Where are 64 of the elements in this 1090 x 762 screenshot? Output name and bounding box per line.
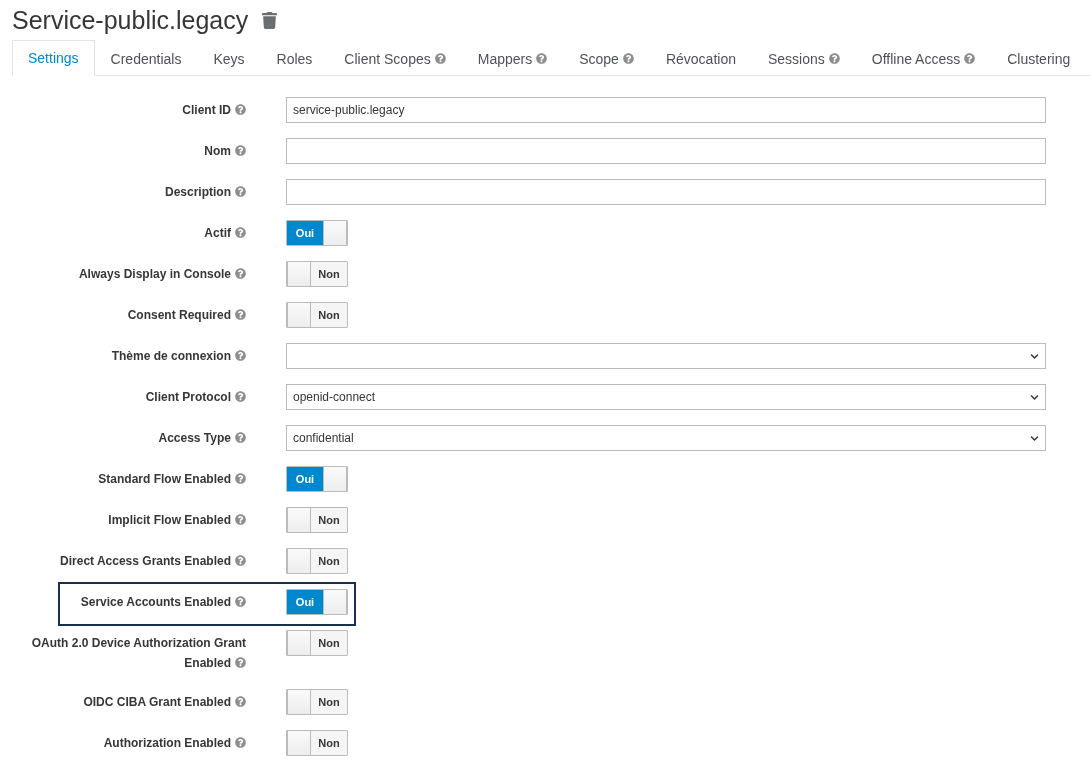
text-field[interactable]: service-public.legacy [286,97,1046,123]
toggle-switch[interactable]: Non [286,548,348,574]
help-icon [235,391,246,402]
field-label: OIDC CIBA Grant Enabled [83,689,246,713]
help-icon [235,350,246,361]
help-icon [235,268,246,279]
field-label: Nom [204,138,246,162]
help-icon [235,145,246,156]
chevron-down-icon [1030,433,1039,443]
help-icon [235,104,246,115]
field-label: Direct Access Grants Enabled [60,548,246,572]
help-icon [235,555,246,566]
field-label: Service Accounts Enabled [80,589,246,613]
help-icon [235,696,246,707]
dropdown[interactable]: openid-connect [286,384,1046,410]
toggle-switch[interactable]: Non [286,630,348,656]
help-icon [235,737,246,748]
field-label: Actif [204,220,246,244]
field-label: Description [165,179,246,203]
text-field[interactable] [286,179,1046,205]
help-icon [235,596,246,607]
tab[interactable]: Révocation [649,40,752,76]
help-icon [235,227,246,238]
field-label: Access Type [158,425,246,449]
toggle-switch[interactable]: Oui [286,466,348,492]
tab[interactable]: Offline Access [855,40,992,76]
tab[interactable]: Credentials [94,40,198,76]
toggle-switch[interactable]: Oui [286,220,348,246]
field-label: Always Display in Console [78,261,246,285]
tab[interactable]: Client Scopes [328,40,462,76]
tab[interactable]: Clustering [991,40,1087,76]
help-icon [235,473,246,484]
tab[interactable]: Mappers [461,40,564,76]
field-label: Implicit Flow Enabled [108,507,246,531]
help-icon [235,514,246,525]
toggle-switch[interactable]: Oui [286,589,348,615]
text-field[interactable] [286,138,1046,164]
field-label: OAuth 2.0 Device Authorization Grant Enabled [30,635,246,672]
toggle-switch[interactable]: Non [286,302,348,328]
field-label: Client ID [182,97,246,121]
dropdown[interactable]: confidential [286,425,1046,451]
tab[interactable]: Keys [197,40,261,76]
field-label: Consent Required [127,302,246,326]
field-label: Thème de connexion [111,343,246,367]
help-icon [235,432,246,443]
chevron-down-icon [1030,392,1039,402]
help-icon [235,186,246,197]
dropdown[interactable] [286,343,1046,369]
tab[interactable]: Sessions [751,40,856,76]
field-label: Client Protocol [145,384,246,408]
tab[interactable]: Scope [563,40,650,76]
toggle-switch[interactable]: Non [286,730,348,756]
page-title: Service-public.legacy [12,5,249,35]
field-label: Standard Flow Enabled [98,466,246,490]
tab[interactable]: Settings [12,40,95,76]
trash-icon[interactable] [262,11,278,29]
help-icon [235,309,246,320]
toggle-switch[interactable]: Non [286,507,348,533]
tab[interactable]: Roles [260,40,329,76]
help-icon [235,657,246,668]
chevron-down-icon [1030,351,1039,361]
toggle-switch[interactable]: Non [286,261,348,287]
field-label: Authorization Enabled [103,730,246,754]
toggle-switch[interactable]: Non [286,689,348,715]
